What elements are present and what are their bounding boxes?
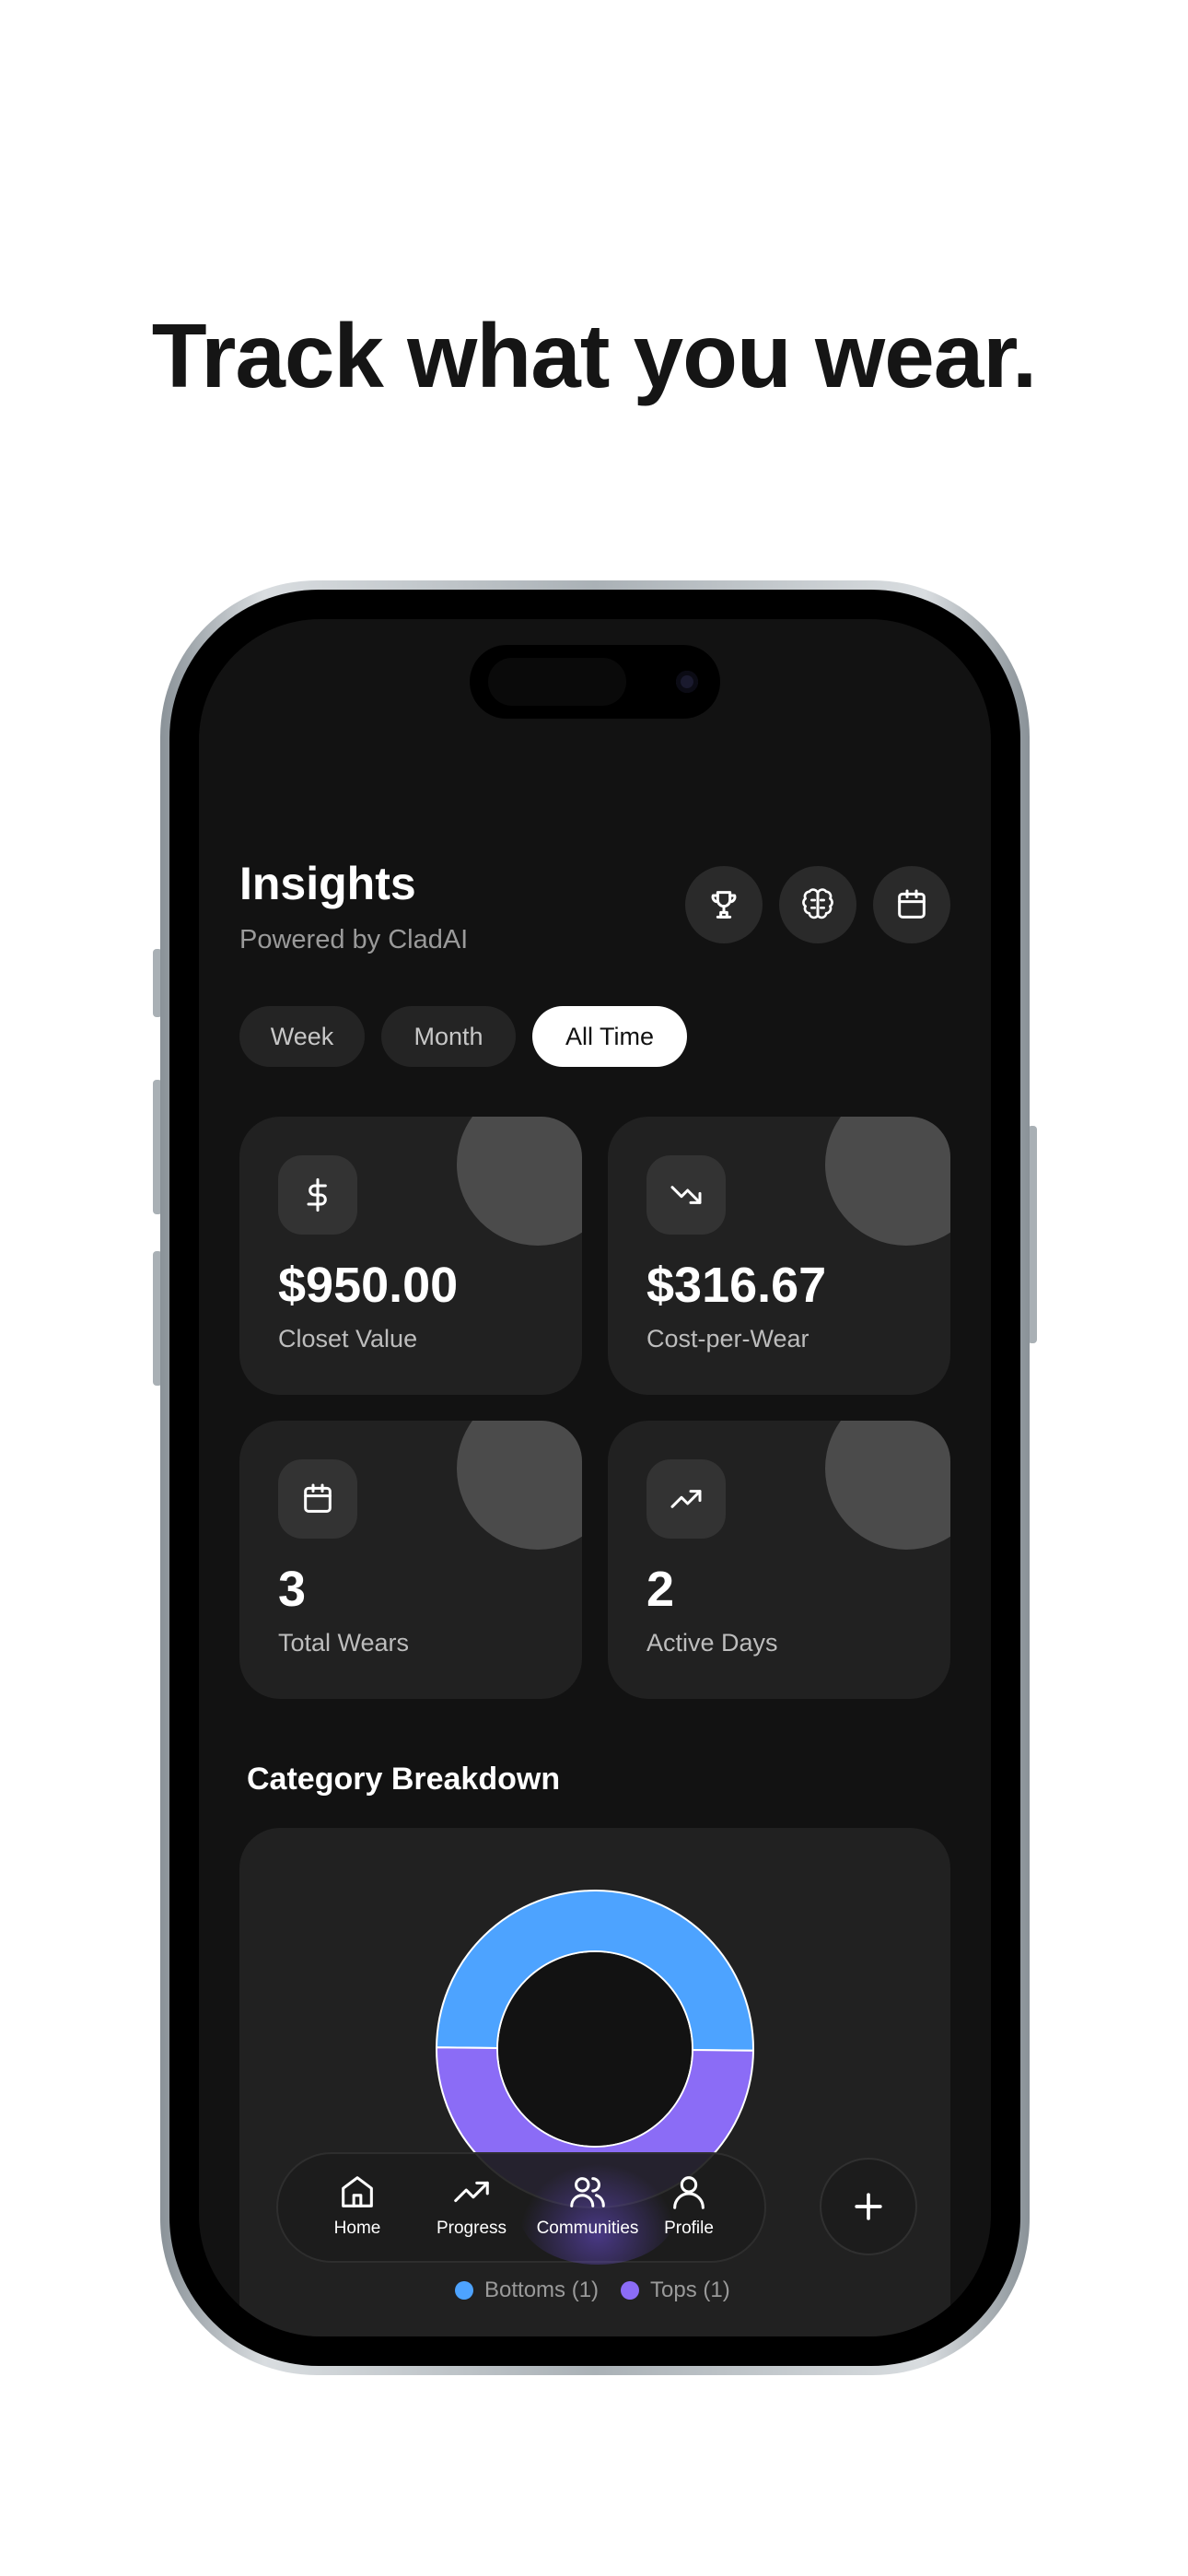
calendar-icon [304, 1483, 332, 1513]
stat-value: $950.00 [278, 1258, 459, 1313]
trending-down-icon [670, 1186, 702, 1204]
add-button[interactable] [820, 2158, 917, 2255]
users-icon [570, 2177, 605, 2207]
bottom-nav: Home Progress Communities Profile [276, 2152, 766, 2265]
dynamic-island [470, 645, 720, 719]
stat-label: Active Days [646, 1629, 778, 1657]
stat-card-total-wears[interactable]: 3 Total Wears [239, 1421, 582, 1699]
stat-label: Cost-per-Wear [646, 1325, 809, 1352]
plus-icon [855, 2193, 882, 2220]
stat-value: $316.67 [646, 1258, 827, 1313]
stat-label: Total Wears [278, 1629, 410, 1657]
ai-brain-button[interactable] [779, 866, 856, 943]
tab-all-time[interactable]: All Time [532, 1006, 687, 1067]
stat-card-cost-per-wear[interactable]: $316.67 Cost-per-Wear [608, 1117, 950, 1395]
stat-icon [646, 1155, 726, 1235]
section-title: Category Breakdown [247, 1762, 561, 1797]
nav-profile[interactable]: Profile [634, 2171, 744, 2239]
trophy-button[interactable] [685, 866, 763, 943]
legend-swatch [455, 2281, 473, 2300]
nav-label: Progress [436, 2219, 507, 2238]
nav-progress[interactable]: Progress [416, 2171, 527, 2239]
stat-label: Closet Value [278, 1325, 418, 1352]
trending-up-icon [670, 1490, 702, 1508]
card-decoration [825, 1421, 950, 1550]
legend-swatch [621, 2281, 639, 2300]
stat-card-closet-value[interactable]: $950.00 Closet Value [239, 1117, 582, 1395]
chart-legend-bottoms: Bottoms (1) [455, 2277, 599, 2303]
stat-value: 2 [646, 1562, 675, 1617]
card-decoration [825, 1117, 950, 1246]
tab-week[interactable]: Week [239, 1006, 365, 1067]
stat-card-active-days[interactable]: 2 Active Days [608, 1421, 950, 1699]
trending-up-icon [454, 2181, 489, 2203]
user-icon [673, 2176, 705, 2209]
card-decoration [457, 1421, 582, 1550]
tab-month[interactable]: Month [381, 1006, 516, 1067]
nav-label: Communities [536, 2219, 639, 2238]
calendar-button[interactable] [873, 866, 950, 943]
trophy-icon [711, 891, 737, 919]
headline: Track what you wear. [151, 305, 1037, 406]
home-icon [342, 2176, 373, 2207]
chart-legend-tops: Tops (1) [621, 2277, 730, 2303]
app-screen: Insights Powered by CladAI Week Month Al… [199, 619, 991, 2336]
legend-label: Bottoms (1) [484, 2277, 600, 2302]
stat-icon [278, 1459, 357, 1539]
front-camera [676, 671, 698, 693]
calendar-icon [898, 889, 926, 919]
nav-home[interactable]: Home [302, 2171, 413, 2239]
legend-label: Tops (1) [650, 2277, 730, 2302]
nav-label: Home [333, 2219, 381, 2238]
stat-icon [646, 1459, 726, 1539]
dollar-icon [307, 1177, 327, 1212]
nav-communities[interactable]: Communities [525, 2171, 650, 2239]
page-title: Insights [239, 858, 416, 909]
page-subtitle: Powered by CladAI [239, 925, 469, 954]
card-decoration [457, 1117, 582, 1246]
stat-value: 3 [278, 1562, 307, 1617]
donut-hole [498, 1952, 692, 2146]
stat-icon [278, 1155, 357, 1235]
island-sensor [488, 658, 626, 706]
nav-label: Profile [664, 2219, 714, 2238]
brain-icon [802, 888, 833, 919]
